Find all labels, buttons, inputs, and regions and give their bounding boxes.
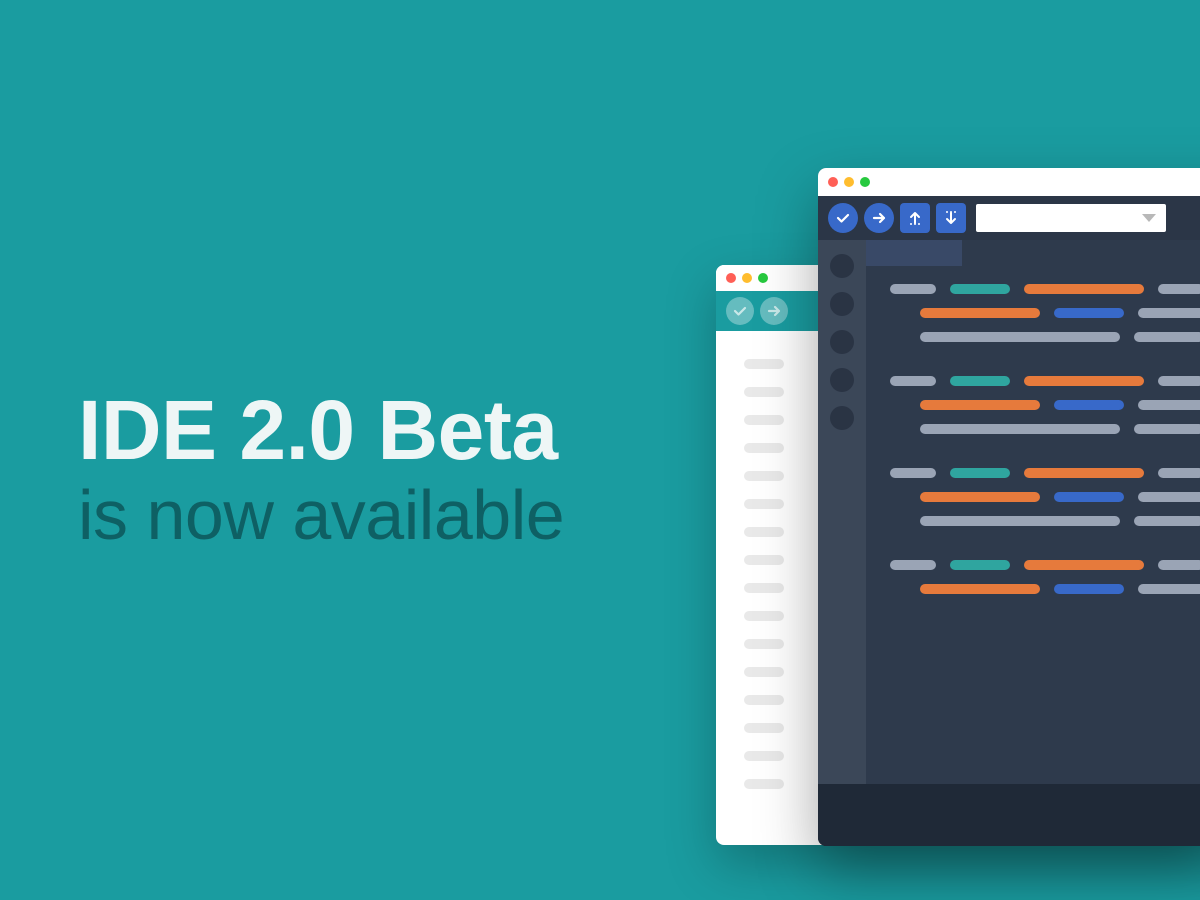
code-placeholder-line (744, 359, 784, 369)
code-token (920, 308, 1040, 318)
code-placeholder-line (744, 751, 784, 761)
headline-subtitle: is now available (78, 480, 564, 550)
sidebar-item[interactable] (830, 330, 854, 354)
code-token (890, 560, 936, 570)
code-token (1158, 376, 1200, 386)
close-icon[interactable] (828, 177, 838, 187)
code-token (950, 376, 1010, 386)
new-ide-sidebar (818, 240, 866, 784)
code-token (1138, 584, 1200, 594)
headline-title: IDE 2.0 Beta (78, 388, 564, 472)
code-token (1138, 400, 1200, 410)
chevron-down-icon (1142, 214, 1156, 222)
code-token (1158, 560, 1200, 570)
code-token (920, 516, 1120, 526)
code-token (1054, 492, 1124, 502)
code-token (950, 284, 1010, 294)
sidebar-item[interactable] (830, 292, 854, 316)
code-token (890, 376, 936, 386)
new-ide-window (818, 168, 1200, 846)
code-block (890, 560, 1200, 594)
code-placeholder-line (744, 583, 784, 593)
code-token (1054, 308, 1124, 318)
verify-button[interactable] (726, 297, 754, 325)
sidebar-item[interactable] (830, 406, 854, 430)
upload-button[interactable] (864, 203, 894, 233)
verify-button[interactable] (828, 203, 858, 233)
code-token (1158, 284, 1200, 294)
code-placeholder-line (744, 555, 784, 565)
code-placeholder-line (744, 387, 784, 397)
headline-block: IDE 2.0 Beta is now available (78, 388, 564, 550)
code-placeholder-line (744, 499, 784, 509)
code-token (950, 560, 1010, 570)
code-placeholder-line (744, 611, 784, 621)
code-token (1138, 492, 1200, 502)
code-block (890, 468, 1200, 526)
code-token (1158, 468, 1200, 478)
code-token (1134, 332, 1200, 342)
code-editor[interactable] (866, 240, 1200, 784)
code-placeholder-line (744, 695, 784, 705)
new-ide-toolbar (818, 196, 1200, 240)
code-placeholder-line (744, 667, 784, 677)
minimize-icon[interactable] (844, 177, 854, 187)
maximize-icon[interactable] (758, 273, 768, 283)
code-token (1134, 516, 1200, 526)
code-token (1024, 560, 1144, 570)
code-token (1024, 376, 1144, 386)
code-block (890, 284, 1200, 342)
board-selector-dropdown[interactable] (976, 204, 1166, 232)
serial-upload-button[interactable] (900, 203, 930, 233)
code-token (1134, 424, 1200, 434)
code-placeholder-line (744, 779, 784, 789)
code-token (1054, 400, 1124, 410)
close-icon[interactable] (726, 273, 736, 283)
status-bar (818, 784, 1200, 846)
code-token (1024, 468, 1144, 478)
code-placeholder-line (744, 723, 784, 733)
code-placeholder-line (744, 443, 784, 453)
upload-button[interactable] (760, 297, 788, 325)
code-token (920, 424, 1120, 434)
new-window-titlebar (818, 168, 1200, 196)
code-token (920, 584, 1040, 594)
code-area (866, 266, 1200, 594)
code-placeholder-line (744, 527, 784, 537)
code-token (890, 284, 936, 294)
code-token (920, 492, 1040, 502)
active-tab[interactable] (866, 240, 962, 266)
minimize-icon[interactable] (742, 273, 752, 283)
code-placeholder-line (744, 415, 784, 425)
code-token (890, 468, 936, 478)
code-token (920, 400, 1040, 410)
code-placeholder-line (744, 471, 784, 481)
maximize-icon[interactable] (860, 177, 870, 187)
sidebar-item[interactable] (830, 368, 854, 392)
code-token (920, 332, 1120, 342)
code-token (950, 468, 1010, 478)
code-placeholder-line (744, 639, 784, 649)
code-block (890, 376, 1200, 434)
code-token (1054, 584, 1124, 594)
code-token (1138, 308, 1200, 318)
serial-download-button[interactable] (936, 203, 966, 233)
sidebar-item[interactable] (830, 254, 854, 278)
editor-tabs (866, 240, 1200, 266)
code-token (1024, 284, 1144, 294)
